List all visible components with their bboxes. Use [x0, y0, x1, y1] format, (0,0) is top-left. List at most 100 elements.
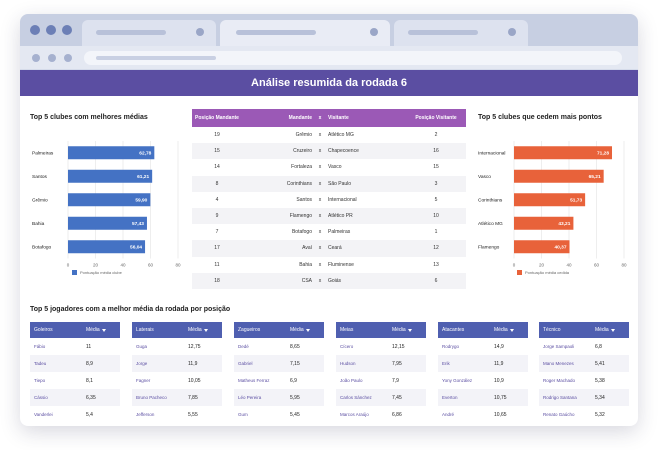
close-window-icon[interactable] [30, 25, 40, 35]
reload-icon[interactable] [64, 54, 72, 62]
player-average: 8,65 [290, 343, 300, 350]
value-label: 71,28 [597, 150, 609, 156]
match-row: 8 Corinthians x São Paulo 3 [192, 175, 466, 192]
browser-tab[interactable] [394, 20, 528, 46]
sort-average-button[interactable]: Média [188, 327, 218, 333]
position-name[interactable]: Meias [340, 327, 353, 333]
maximize-window-icon[interactable] [62, 25, 72, 35]
away-team: Fluminense [328, 261, 354, 268]
versus-mark: x [318, 132, 322, 139]
player-name[interactable]: Everton [442, 395, 458, 400]
player-average: 5,34 [595, 394, 605, 401]
col-header[interactable]: Mandante [242, 109, 314, 127]
player-average: 11 [86, 343, 92, 350]
home-position: 17 [192, 240, 242, 257]
player-name[interactable]: João Paulo [340, 378, 363, 383]
player-row: Cícero 12,15 [336, 338, 426, 355]
player-name[interactable]: Guga [136, 344, 147, 349]
away-team: Internacional [328, 196, 357, 203]
category-label: Grêmio [32, 197, 48, 203]
average-label: Média [86, 327, 100, 333]
sort-average-button[interactable]: Média [86, 327, 116, 333]
player-name[interactable]: Jorge [136, 361, 147, 366]
home-position: 9 [192, 207, 242, 225]
player-name[interactable]: Erik [442, 361, 450, 366]
player-name[interactable]: Yony González [442, 378, 472, 383]
home-team: Bahia [299, 261, 312, 268]
back-icon[interactable] [32, 54, 40, 62]
col-header: x [314, 109, 326, 127]
player-name[interactable]: Dedé [238, 344, 249, 349]
col-header[interactable]: Posição Visitante [406, 109, 466, 127]
player-row: Jorge Sampaoli 6,8 [539, 338, 629, 355]
sort-average-button[interactable]: Média [494, 327, 524, 333]
position-name[interactable]: Goleiros [34, 327, 53, 333]
browser-tab[interactable] [82, 20, 216, 46]
player-row: Carlos Sánchez 7,45 [336, 389, 426, 406]
position-table: Zagueiros Média Dedé 8,65 Gabriel 7,15 Matheus… [234, 322, 324, 423]
position-name[interactable]: Atacantes [442, 327, 464, 333]
player-name[interactable]: Mano Menezes [543, 361, 574, 366]
player-name[interactable]: Rodrygo [442, 344, 459, 349]
browser-tab-active[interactable] [220, 20, 390, 46]
player-name[interactable]: Cícero [340, 344, 353, 349]
value-label: 62,78 [139, 150, 151, 156]
player-name[interactable]: Cássio [34, 395, 48, 400]
col-header[interactable]: Posição Mandante [192, 109, 242, 127]
sort-average-button[interactable]: Média [392, 327, 422, 333]
sort-average-button[interactable]: Média [290, 327, 320, 333]
player-name[interactable]: Jefferson [136, 412, 154, 417]
player-average: 6,35 [86, 394, 96, 401]
player-name[interactable]: Matheus Ferraz [238, 378, 270, 383]
player-average: 5,38 [595, 377, 605, 384]
player-name[interactable]: Carlos Sánchez [340, 395, 372, 400]
position-name[interactable]: Zagueiros [238, 327, 260, 333]
sort-average-button[interactable]: Média [595, 327, 625, 333]
player-name[interactable]: Roger Machado [543, 378, 575, 383]
sort-down-icon [407, 328, 412, 332]
player-name[interactable]: Jorge Sampaoli [543, 344, 574, 349]
player-average: 11,9 [188, 360, 198, 367]
player-name[interactable]: Vanderlei [34, 412, 53, 417]
col-header[interactable]: Visitante [326, 109, 406, 127]
player-name[interactable]: Fagner [136, 378, 150, 383]
category-label: Palmeiras [32, 150, 54, 156]
page-title: Análise resumida da rodada 6 [20, 70, 638, 96]
player-name[interactable]: Gabriel [238, 361, 253, 366]
player-name[interactable]: Marcos Araújo [340, 412, 369, 417]
player-row: Jefferson 5,55 [132, 406, 222, 423]
player-name[interactable]: Tadeu [34, 361, 46, 366]
match-row: 7 Botafogo x Palmeiras 1 [192, 224, 466, 240]
category-label: Corinthians [478, 197, 503, 203]
player-name[interactable]: Hudson [340, 361, 356, 366]
player-row: Renato Gaúcho 5,32 [539, 406, 629, 423]
x-tick-label: 0 [513, 263, 516, 268]
minimize-window-icon[interactable] [46, 25, 56, 35]
player-name[interactable]: Fábio [34, 344, 45, 349]
player-name[interactable]: Bruno Pacheco [136, 395, 167, 400]
away-position: 6 [406, 272, 466, 289]
address-bar[interactable] [84, 51, 622, 65]
away-team: Vasco [328, 164, 342, 171]
position-table: Laterais Média Guga 12,75 Jorge 11,9 Fagner 10,… [132, 322, 222, 423]
x-tick-label: 60 [594, 263, 600, 268]
value-label: 43,21 [558, 221, 570, 227]
forward-icon[interactable] [48, 54, 56, 62]
player-name[interactable]: Rodrigo Santana [543, 395, 577, 400]
player-average: 10,9 [494, 377, 504, 384]
player-row: Tadeu 8,9 [30, 355, 120, 372]
player-name[interactable]: Léo Pereira [238, 395, 261, 400]
position-name[interactable]: Técnico [543, 327, 561, 333]
player-name[interactable]: André [442, 412, 454, 417]
player-name[interactable]: Gum [238, 412, 248, 417]
category-label: Vasco [478, 174, 491, 180]
away-team: Ceará [326, 240, 406, 257]
versus-mark: x [314, 240, 326, 257]
average-label: Média [494, 327, 508, 333]
player-name[interactable]: Tiepo [34, 378, 45, 383]
away-position: 2 [434, 132, 438, 139]
player-average: 8,1 [86, 377, 93, 384]
position-name[interactable]: Laterais [136, 327, 154, 333]
x-tick-label: 80 [621, 263, 627, 268]
player-name[interactable]: Renato Gaúcho [543, 412, 575, 417]
